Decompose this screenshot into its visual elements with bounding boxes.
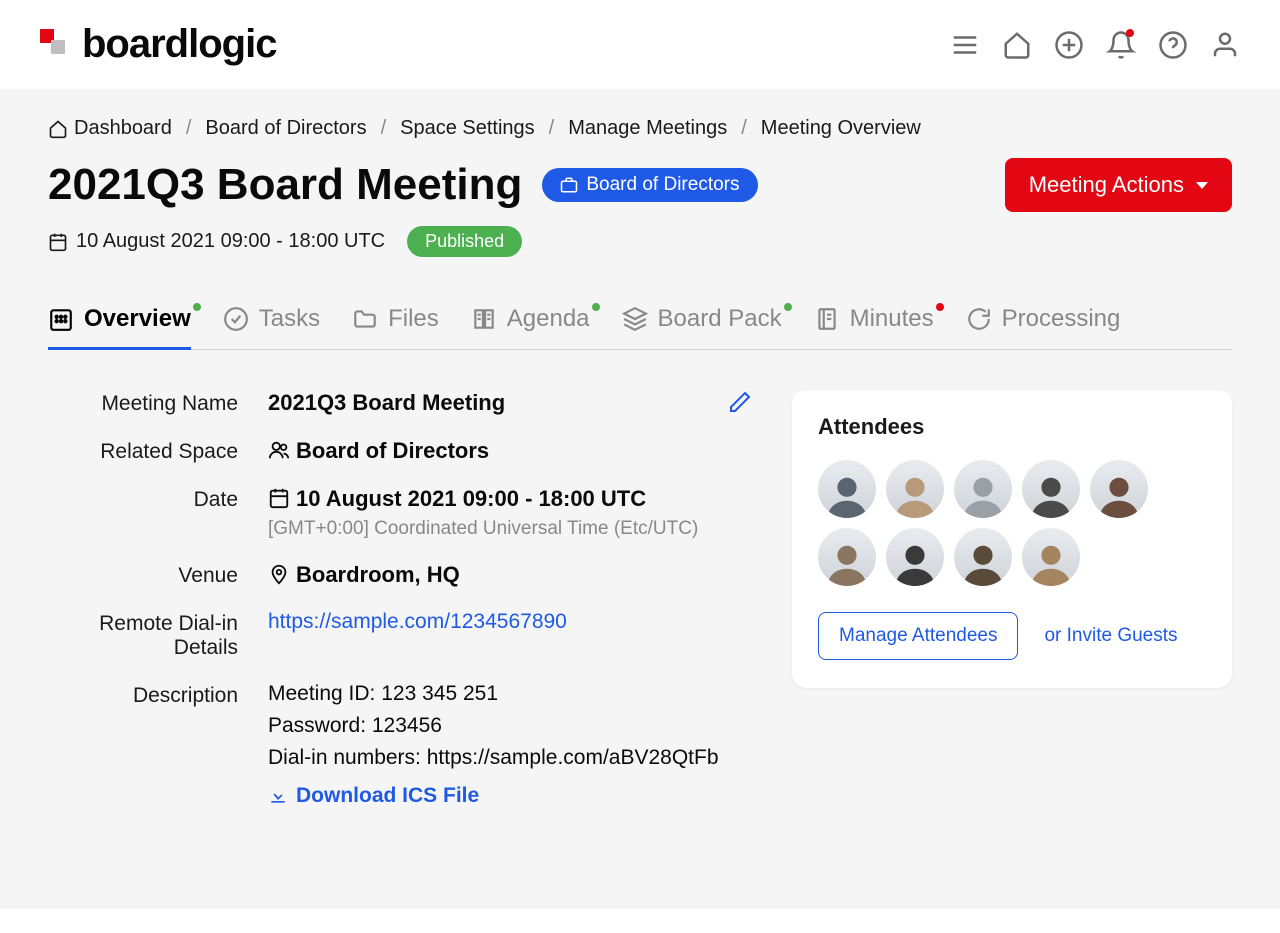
topbar-icons (950, 30, 1240, 60)
dialin-link[interactable]: https://sample.com/1234567890 (268, 610, 567, 633)
date-value: 10 August 2021 09:00 - 18:00 UTC [GMT+0:… (268, 486, 752, 540)
tab-agenda[interactable]: Agenda (471, 305, 590, 349)
attendees-title: Attendees (818, 414, 1206, 440)
briefcase-icon (560, 176, 578, 194)
meeting-name-value: 2021Q3 Board Meeting (268, 390, 728, 416)
meeting-name-label: Meeting Name (48, 390, 268, 416)
avatar[interactable] (886, 528, 944, 586)
tab-minutes[interactable]: Minutes (814, 305, 934, 349)
check-circle-icon (223, 306, 249, 332)
add-icon[interactable] (1054, 30, 1084, 60)
timezone-sub: [GMT+0:00] Coordinated Universal Time (E… (268, 518, 752, 540)
date-label: Date (48, 486, 268, 512)
tab-label: Processing (1002, 305, 1121, 333)
breadcrumb-label: Dashboard (74, 117, 172, 140)
edit-meeting-icon[interactable] (728, 390, 752, 414)
layers-icon (622, 306, 648, 332)
invite-guests-link[interactable]: or Invite Guests (1044, 625, 1177, 647)
download-icon (268, 786, 288, 806)
tab-overview[interactable]: Overview (48, 305, 191, 349)
status-dot-icon (592, 303, 600, 311)
attendee-avatars (818, 460, 1206, 586)
breadcrumb-meeting-overview[interactable]: Meeting Overview (761, 117, 921, 140)
description-value: Meeting ID: 123 345 251 Password: 123456… (268, 682, 752, 812)
folder-icon (352, 306, 378, 332)
description-line: Password: 123456 (268, 714, 752, 738)
download-ics-link[interactable]: Download ICS File (268, 784, 479, 808)
tab-label: Overview (84, 305, 191, 333)
tab-processing[interactable]: Processing (966, 305, 1121, 349)
tab-label: Tasks (259, 305, 320, 333)
related-space-label: Related Space (48, 438, 268, 464)
meeting-datetime: 10 August 2021 09:00 - 18:00 UTC (76, 230, 385, 253)
space-chip[interactable]: Board of Directors (542, 168, 757, 202)
breadcrumb-manage-meetings[interactable]: Manage Meetings (568, 117, 727, 140)
meeting-actions-label: Meeting Actions (1029, 172, 1184, 198)
agenda-icon (471, 306, 497, 332)
grid-icon (48, 306, 74, 332)
logo-mark-icon (40, 29, 72, 61)
breadcrumb-space-settings[interactable]: Space Settings (400, 117, 535, 140)
calendar-icon (48, 232, 68, 252)
topbar: boardlogic (0, 0, 1280, 89)
space-chip-label: Board of Directors (586, 174, 739, 196)
breadcrumb-board-of-directors[interactable]: Board of Directors (205, 117, 366, 140)
tab-label: Board Pack (658, 305, 782, 333)
tabs: Overview Tasks Files Agenda Board Pack M… (48, 305, 1232, 350)
manage-attendees-button[interactable]: Manage Attendees (818, 612, 1018, 660)
avatar[interactable] (1022, 460, 1080, 518)
logo[interactable]: boardlogic (40, 22, 276, 67)
brand-text: boardlogic (82, 22, 276, 67)
breadcrumb: Dashboard / Board of Directors / Space S… (48, 117, 1232, 140)
help-icon[interactable] (1158, 30, 1188, 60)
description-label: Description (48, 682, 268, 708)
tab-files[interactable]: Files (352, 305, 439, 349)
home-icon (48, 119, 68, 139)
home-icon[interactable] (1002, 30, 1032, 60)
dialin-label: Remote Dial-in Details (48, 610, 268, 660)
status-dot-icon (936, 303, 944, 311)
profile-icon[interactable] (1210, 30, 1240, 60)
status-dot-icon (784, 303, 792, 311)
tab-board-pack[interactable]: Board Pack (622, 305, 782, 349)
status-dot-icon (193, 303, 201, 311)
tab-label: Agenda (507, 305, 590, 333)
calendar-icon (268, 487, 290, 509)
avatar[interactable] (1090, 460, 1148, 518)
tab-tasks[interactable]: Tasks (223, 305, 320, 349)
venue-value: Boardroom, HQ (268, 562, 752, 588)
refresh-icon (966, 306, 992, 332)
notifications-icon[interactable] (1106, 30, 1136, 60)
notepad-icon (814, 306, 840, 332)
avatar[interactable] (954, 528, 1012, 586)
published-status-badge: Published (407, 226, 522, 257)
hamburger-icon[interactable] (950, 30, 980, 60)
avatar[interactable] (954, 460, 1012, 518)
avatar[interactable] (886, 460, 944, 518)
page-body: Dashboard / Board of Directors / Space S… (0, 89, 1280, 909)
description-line: Dial-in numbers: https://sample.com/aBV2… (268, 746, 752, 770)
meeting-actions-button[interactable]: Meeting Actions (1005, 158, 1232, 212)
attendees-card: Attendees Manage Attendees or Invite Gue… (792, 390, 1232, 688)
description-line: Meeting ID: 123 345 251 (268, 682, 752, 706)
avatar[interactable] (818, 460, 876, 518)
venue-label: Venue (48, 562, 268, 588)
chevron-down-icon (1196, 182, 1208, 189)
meeting-details: Meeting Name 2021Q3 Board Meeting Relate… (48, 390, 752, 834)
breadcrumb-dashboard[interactable]: Dashboard (48, 117, 172, 140)
tab-label: Minutes (850, 305, 934, 333)
avatar[interactable] (1022, 528, 1080, 586)
meeting-subhead: 10 August 2021 09:00 - 18:00 UTC Publish… (48, 226, 1232, 257)
tab-label: Files (388, 305, 439, 333)
related-space-value: Board of Directors (268, 438, 752, 464)
page-title: 2021Q3 Board Meeting (48, 160, 522, 210)
location-icon (268, 563, 290, 585)
notification-indicator (1126, 29, 1134, 37)
avatar[interactable] (818, 528, 876, 586)
people-icon (268, 439, 290, 461)
